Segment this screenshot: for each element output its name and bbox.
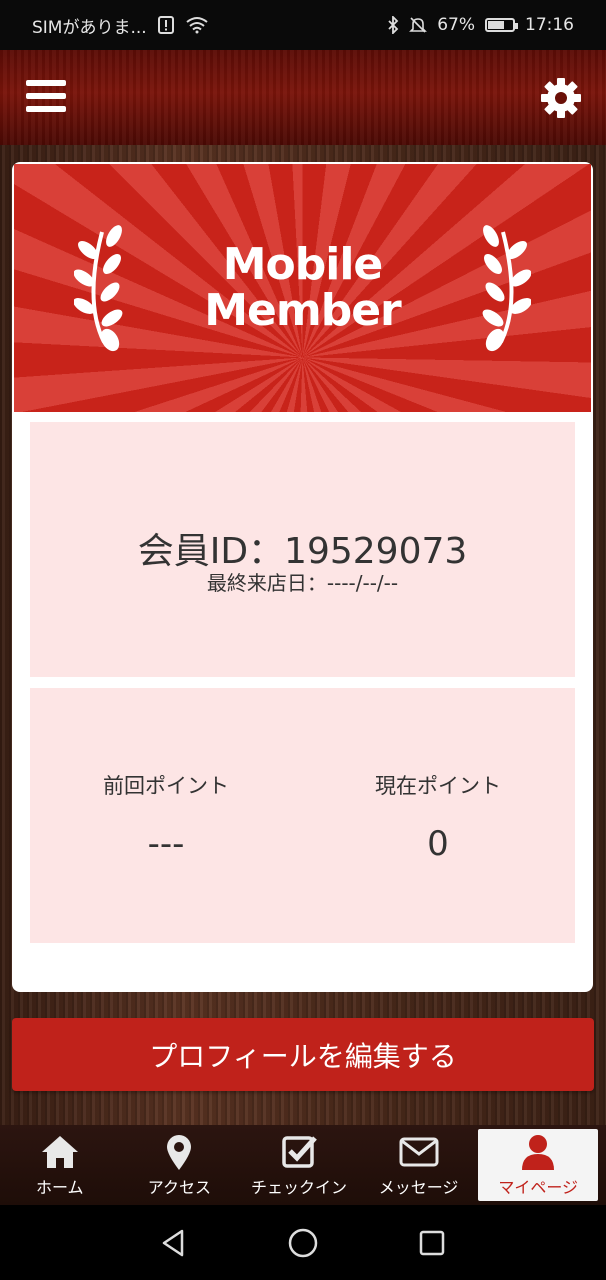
current-points: 現在ポイント 0	[302, 770, 574, 864]
tab-checkin-label: チェックイン	[250, 1178, 347, 1197]
carrier-text: SIMがありま...	[32, 17, 147, 38]
previous-points: 前回ポイント ---	[30, 770, 302, 864]
tab-mypage[interactable]: マイページ	[478, 1129, 598, 1201]
home-circle-icon[interactable]	[283, 1223, 323, 1263]
bluetooth-icon	[387, 16, 399, 34]
previous-points-value: ---	[147, 824, 185, 864]
tab-message[interactable]: メッセージ	[359, 1125, 479, 1205]
bottom-tab-bar: ホーム アクセス チェックイン メッセージ マイページ	[0, 1125, 606, 1205]
edit-profile-button[interactable]: プロフィールを編集する	[12, 1018, 594, 1091]
recents-icon[interactable]	[412, 1223, 452, 1263]
member-id-label: 会員ID：	[137, 531, 285, 572]
mute-icon	[409, 16, 428, 34]
current-points-label: 現在ポイント	[375, 774, 501, 798]
hamburger-icon[interactable]	[26, 80, 66, 116]
user-icon	[522, 1135, 555, 1170]
laurel-icon	[482, 225, 531, 352]
last-visit-label: 最終来店日：	[206, 571, 327, 595]
home-icon	[41, 1136, 78, 1168]
member-banner: Mobile Member	[14, 164, 591, 412]
tab-home-label: ホーム	[36, 1178, 84, 1197]
wifi-icon	[185, 16, 209, 34]
checkbox-icon	[282, 1136, 317, 1168]
map-pin-icon	[167, 1135, 192, 1170]
tab-checkin[interactable]: チェックイン	[239, 1125, 359, 1205]
last-visit: 最終来店日：----/--/--	[30, 567, 575, 596]
current-points-value: 0	[427, 824, 449, 864]
battery-percent: 67%	[437, 15, 475, 35]
app-header	[0, 50, 606, 145]
member-id-value: 19529073	[284, 531, 468, 572]
status-bar: SIMがありま... 67% 17:16	[0, 0, 606, 50]
alert-icon	[157, 16, 175, 34]
tab-mypage-label: マイページ	[498, 1178, 579, 1197]
points-panel: 前回ポイント --- 現在ポイント 0	[30, 688, 575, 943]
member-info-panel: 会員ID：19529073 最終来店日：----/--/--	[30, 422, 575, 677]
system-nav-bar	[0, 1205, 606, 1280]
gear-icon[interactable]	[540, 77, 582, 119]
previous-points-label: 前回ポイント	[103, 774, 229, 798]
last-visit-value: ----/--/--	[326, 571, 399, 595]
member-card: Mobile Member 会員ID：19529073 最終来店日：----/-…	[12, 162, 593, 992]
tab-access-label: アクセス	[147, 1178, 211, 1197]
mail-icon	[399, 1137, 439, 1167]
battery-icon	[485, 18, 518, 32]
back-icon[interactable]	[154, 1223, 194, 1263]
tab-access[interactable]: アクセス	[120, 1125, 240, 1205]
clock: 17:16	[525, 15, 574, 35]
tab-home[interactable]: ホーム	[0, 1125, 120, 1205]
tab-message-label: メッセージ	[378, 1178, 459, 1197]
